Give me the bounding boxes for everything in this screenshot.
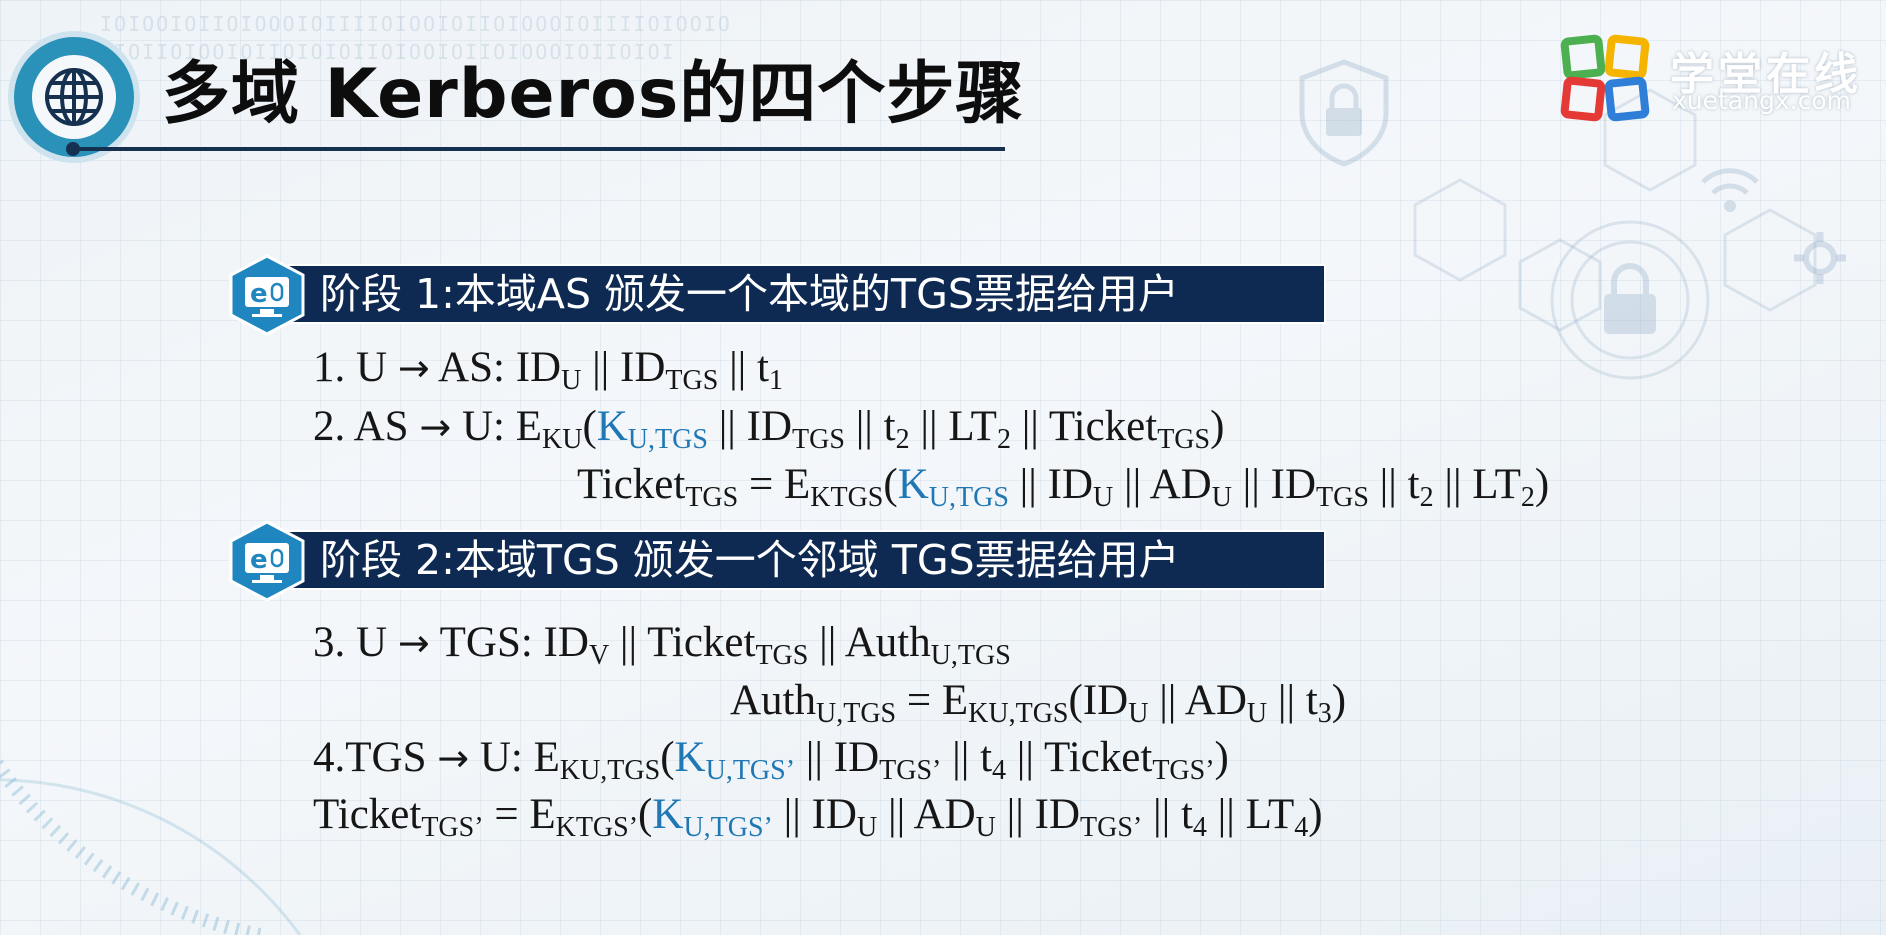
formula-ticket-tgs: TicketTGS = EKTGS(KU,TGS || IDU || ADU |… (577, 461, 1550, 513)
formula-ticket-tgs-neighbor: TicketTGS’ = EKTGS’(KU,TGS’ || IDU || AD… (313, 791, 1323, 843)
formula-step-3: 3. U → TGS: IDV || TicketTGS || AuthU,TG… (313, 619, 1011, 671)
stage-2-banner: e 阶段 2:本域TGS 颁发一个邻域 TGS票据给用户 (226, 520, 1326, 602)
arrow-right-icon: → (437, 736, 470, 780)
svg-text:e: e (250, 545, 268, 575)
page-title: 多域 Kerberos的四个步骤 (162, 55, 1025, 134)
session-key: KU,TGS (596, 403, 708, 455)
shield-lock-icon (1299, 59, 1389, 167)
wifi-icon (1701, 168, 1759, 212)
formula-step-4: 4.TGS → U: EKU,TGS(KU,TGS’ || IDTGS’ || … (313, 734, 1229, 786)
padlock-icon (1604, 263, 1656, 334)
session-key: KU,TGS’ (674, 734, 796, 786)
session-key: KU,TGS (897, 461, 1009, 513)
logo-url: xuetangx.com (1672, 86, 1851, 115)
stage-1-banner: e 阶段 1:本域AS 颁发一个本域的TGS票据给用户 (226, 254, 1326, 336)
session-key: KU,TGS’ (652, 791, 773, 843)
globe-icon (45, 68, 103, 126)
e-learning-monitor-icon: e (229, 520, 305, 602)
svg-text:e: e (250, 279, 268, 309)
title-underline (72, 147, 1005, 151)
arrow-right-icon: → (397, 346, 430, 390)
gear-icon (1794, 232, 1846, 284)
arrow-right-icon: → (397, 621, 430, 665)
e-learning-monitor-icon: e (229, 254, 305, 336)
stage-1-title: 阶段 1:本域AS 颁发一个本域的TGS票据给用户 (320, 270, 1179, 318)
header-badge (14, 37, 134, 157)
xuetangx-logo: 学堂在线 xuetangx.com (1560, 34, 1870, 124)
formula-step-2: 2. AS → U: EKU(KU,TGS || IDTGS || t2 || … (313, 403, 1225, 455)
formula-step-1: 1. U → AS: IDU || IDTGS || t1 (313, 344, 783, 396)
arrow-right-icon: → (419, 405, 452, 449)
stage-2-title: 阶段 2:本域TGS 颁发一个邻域 TGS票据给用户 (320, 536, 1180, 584)
formula-auth: AuthU,TGS = EKU,TGS(IDU || ADU || t3) (730, 677, 1347, 729)
logo-mark (1560, 34, 1650, 122)
